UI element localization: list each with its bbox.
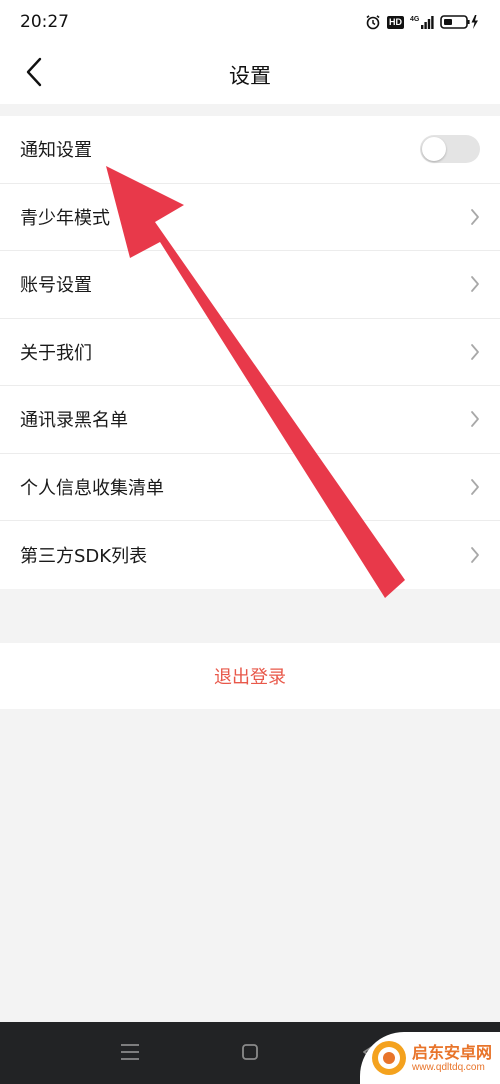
nav-bar: 设置 [0,44,500,104]
watermark-name: 启东安卓网 [412,1042,493,1062]
settings-item-label: 通讯录黑名单 [20,410,128,432]
chevron-right-icon [470,343,480,361]
watermark-logo-icon [372,1041,406,1075]
notification-toggle[interactable] [420,135,480,164]
status-bar: 20:27 HD 4G [0,0,500,44]
chevron-right-icon [470,546,480,564]
status-time: 20:27 [20,12,69,32]
logout-label: 退出登录 [214,667,286,688]
chevron-right-icon [470,275,480,293]
settings-item-personal-info-list[interactable]: 个人信息收集清单 [0,454,500,521]
settings-item-label: 账号设置 [20,275,92,297]
page-title: 设置 [229,64,271,88]
logout-button[interactable]: 退出登录 [0,643,500,709]
hd-badge: HD [387,15,404,29]
settings-item-label: 通知设置 [20,140,92,162]
settings-list: 通知设置 青少年模式 账号设置 关于我们 通讯录黑名单 个人信息收集清单 第三方… [0,116,500,589]
settings-screen: 20:27 HD 4G 设置 通知设置 青少年模式 账号设置 关于我们 通讯录黑… [0,0,500,1084]
settings-item-label: 第三方SDK列表 [20,545,148,567]
signal-icon: 4G [410,14,434,30]
watermark-url: www.qdltdq.com [412,1061,485,1073]
settings-item-notifications[interactable]: 通知设置 [0,116,500,184]
settings-item-third-party-sdk[interactable]: 第三方SDK列表 [0,521,500,589]
toggle-knob [422,137,446,162]
menu-button[interactable] [116,1040,144,1068]
site-watermark: 启东安卓网 www.qdltdq.com [360,1032,500,1084]
settings-item-teen-mode[interactable]: 青少年模式 [0,184,500,251]
menu-icon [120,1043,140,1065]
settings-item-about[interactable]: 关于我们 [0,319,500,386]
chevron-right-icon [470,208,480,226]
settings-item-account[interactable]: 账号设置 [0,251,500,319]
svg-text:4G: 4G [410,16,420,23]
watermark-text: 启东安卓网 www.qdltdq.com [412,1043,492,1074]
battery-charging-icon [440,14,480,30]
settings-item-label: 关于我们 [20,342,92,364]
home-button[interactable] [236,1040,264,1068]
settings-item-label: 青少年模式 [20,207,110,229]
status-icons: HD 4G [365,14,480,30]
chevron-right-icon [470,410,480,428]
square-home-icon [241,1043,259,1065]
settings-item-contacts-blacklist[interactable]: 通讯录黑名单 [0,386,500,454]
chevron-right-icon [470,478,480,496]
alarm-clock-icon [365,14,381,30]
settings-item-label: 个人信息收集清单 [20,477,164,499]
